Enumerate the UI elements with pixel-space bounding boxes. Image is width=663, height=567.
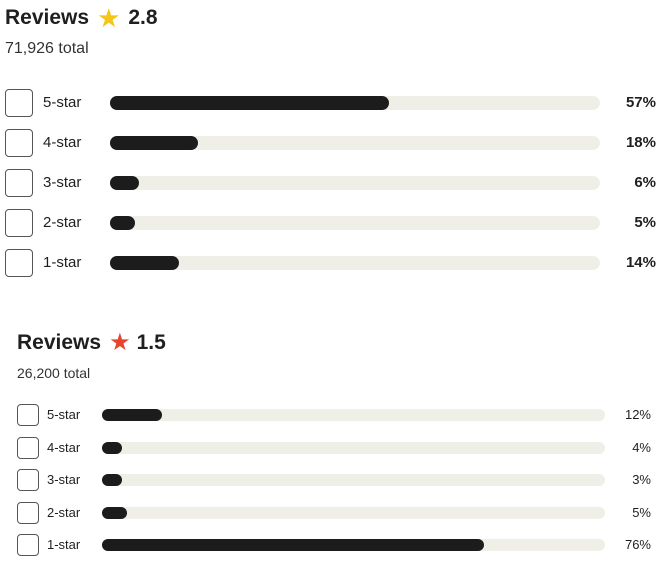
rating-bar-track: [102, 409, 605, 421]
reviews-header: Reviews ★ 1.5: [17, 328, 166, 358]
star-icon: ★: [109, 329, 131, 356]
rating-label: 1-star: [47, 537, 81, 552]
rating-percent: 18%: [625, 134, 656, 151]
rating-checkbox[interactable]: [5, 249, 33, 277]
rating-bar-fill: [110, 136, 199, 150]
rating-percent: 5%: [634, 214, 656, 231]
rating-label: 5-star: [43, 94, 82, 111]
rating-label: 1-star: [43, 254, 82, 271]
rating-label: 3-star: [47, 472, 81, 487]
rating-bar-fill: [102, 507, 128, 519]
rating-filter-row[interactable]: 4-star 4%: [17, 436, 657, 460]
rating-bar-fill: [110, 176, 140, 190]
rating-percent: 14%: [625, 254, 656, 271]
review-summary: Reviews ★ 1.5 26,200 total 5-star 12% 4-…: [17, 322, 657, 567]
star-icon: ★: [97, 3, 121, 33]
rating-bar-fill: [110, 256, 179, 270]
rating-bar-track: [110, 216, 600, 230]
rating-filter-row[interactable]: 5-star 57%: [5, 88, 660, 118]
rating-percent: 3%: [632, 472, 651, 487]
rating-bar-track: [110, 256, 600, 270]
rating-checkbox[interactable]: [5, 129, 33, 157]
rating-label: 2-star: [43, 214, 82, 231]
rating-bar-fill: [102, 442, 123, 454]
reviews-title: Reviews: [5, 6, 90, 29]
rating-bar-fill: [102, 409, 163, 421]
review-total: 26,200 total: [17, 365, 91, 381]
average-rating: 1.5: [136, 331, 166, 354]
rating-filter-row[interactable]: 3-star 3%: [17, 468, 657, 492]
rating-bar-track: [110, 176, 600, 190]
rating-checkbox[interactable]: [17, 502, 39, 524]
rating-bar-track: [110, 96, 600, 110]
rating-checkbox[interactable]: [5, 169, 33, 197]
review-total: 71,926 total: [5, 40, 89, 57]
rating-percent: 12%: [624, 407, 651, 422]
rating-filter-row[interactable]: 1-star 14%: [5, 248, 660, 278]
rating-percent: 5%: [632, 505, 651, 520]
rating-filter-row[interactable]: 2-star 5%: [5, 208, 660, 238]
rating-bar-track: [110, 136, 600, 150]
rating-label: 4-star: [43, 134, 82, 151]
rating-filter-row[interactable]: 2-star 5%: [17, 501, 657, 525]
rating-filter-row[interactable]: 1-star 76%: [17, 533, 657, 557]
rating-checkbox[interactable]: [17, 404, 39, 426]
rating-bar-fill: [102, 539, 485, 551]
rating-filter-row[interactable]: 5-star 12%: [17, 403, 657, 427]
rating-percent: 4%: [632, 440, 651, 455]
review-summary: Reviews ★ 2.8 71,926 total 5-star 57% 4-…: [5, 0, 660, 290]
rating-label: 2-star: [47, 505, 81, 520]
rating-checkbox[interactable]: [17, 437, 39, 459]
rating-percent: 57%: [625, 94, 656, 111]
rating-bar-track: [102, 442, 605, 454]
rating-label: 3-star: [43, 174, 82, 191]
rating-checkbox[interactable]: [17, 534, 39, 556]
rating-filter-row[interactable]: 4-star 18%: [5, 128, 660, 158]
rating-percent: 76%: [624, 537, 651, 552]
rating-checkbox[interactable]: [5, 89, 33, 117]
rating-bar-fill: [110, 96, 390, 110]
rating-bar-track: [102, 474, 605, 486]
rating-bar-track: [102, 507, 605, 519]
rating-filter-row[interactable]: 3-star 6%: [5, 168, 660, 198]
average-rating: 2.8: [128, 6, 158, 29]
rating-percent: 6%: [634, 174, 656, 191]
reviews-title: Reviews: [17, 331, 102, 354]
rating-checkbox[interactable]: [5, 209, 33, 237]
rating-checkbox[interactable]: [17, 469, 39, 491]
rating-bar-fill: [102, 474, 123, 486]
rating-label: 4-star: [47, 440, 81, 455]
rating-label: 5-star: [47, 407, 81, 422]
reviews-header: Reviews ★ 2.8: [5, 3, 158, 33]
rating-bar-fill: [110, 216, 135, 230]
rating-bar-track: [102, 539, 605, 551]
